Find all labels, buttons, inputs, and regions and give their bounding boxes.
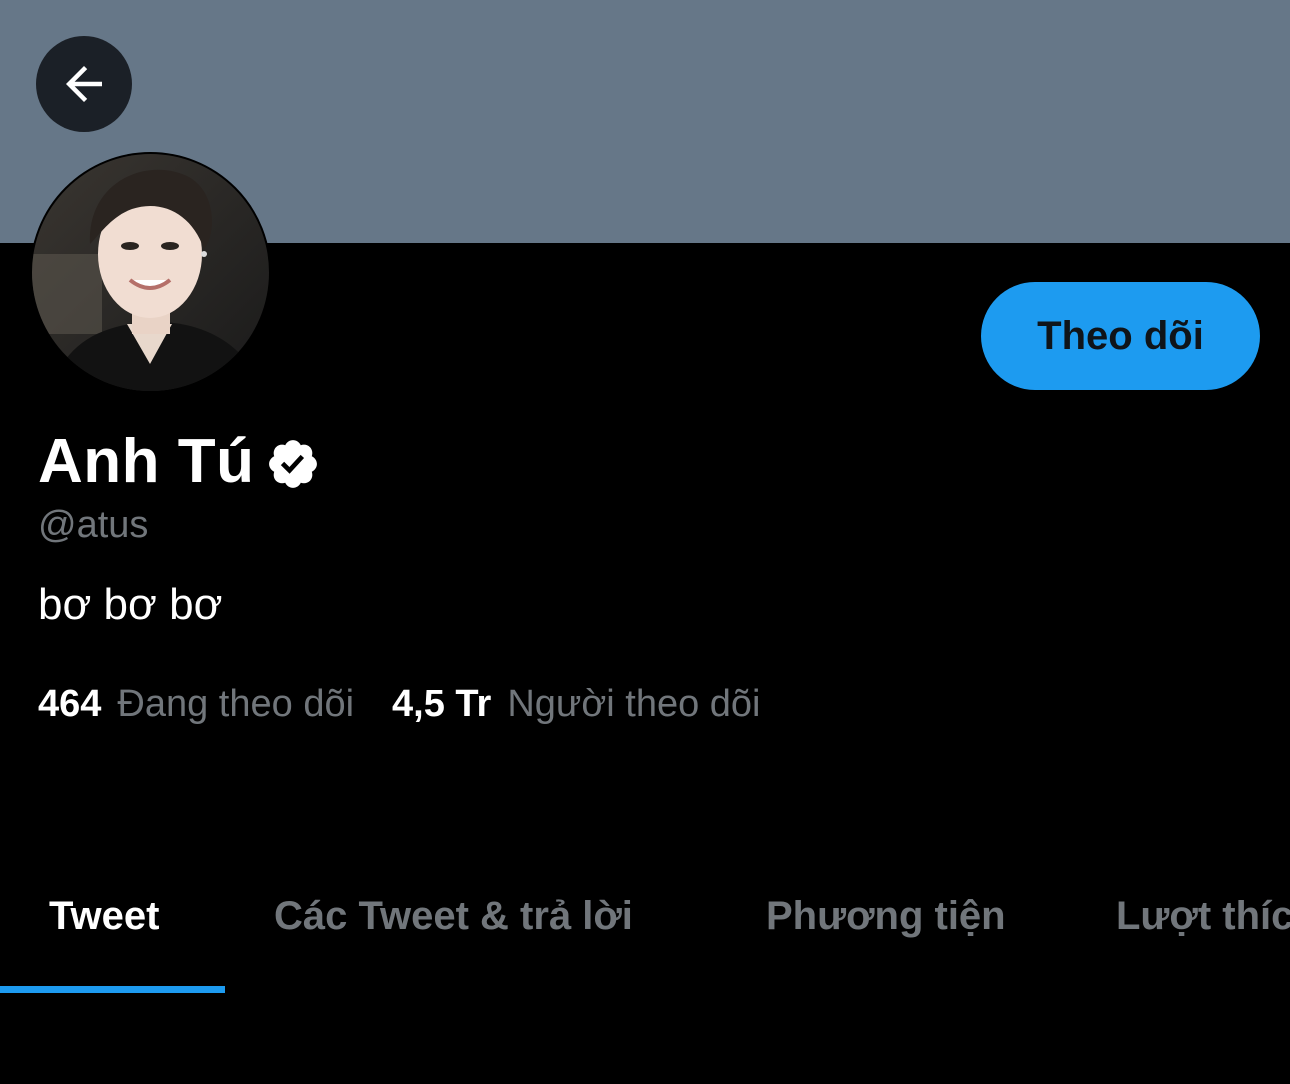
profile-screen: Theo dõi Anh Tú @atus bơ bơ bơ 464 Đang … [0,0,1290,1084]
active-tab-indicator [0,986,225,993]
avatar[interactable] [30,152,271,393]
back-button[interactable] [36,36,132,132]
tab-media[interactable]: Phương tiện [766,894,1006,939]
name-row: Anh Tú [38,426,321,497]
display-name: Anh Tú [38,427,255,496]
profile-tabs: Tweet Các Tweet & trả lời Phương tiện Lư… [0,880,1290,992]
avatar-image [32,154,269,391]
following-count: 464 [38,683,102,725]
followers-stat[interactable]: 4,5 Tr Người theo dõi [392,683,760,726]
profile-stats: 464 Đang theo dõi 4,5 Tr Người theo dõi [38,683,761,726]
following-label: Đang theo dõi [117,683,355,725]
followers-label: Người theo dõi [507,683,761,725]
follow-button[interactable]: Theo dõi [981,282,1260,390]
tab-likes[interactable]: Lượt thích [1116,894,1290,939]
tab-tweets[interactable]: Tweet [49,894,159,939]
user-bio: bơ bơ bơ [38,580,223,629]
user-handle: @atus [38,504,149,546]
tab-tweets-replies[interactable]: Các Tweet & trả lời [274,894,633,939]
following-stat[interactable]: 464 Đang theo dõi [38,683,354,726]
followers-count: 4,5 Tr [392,683,492,725]
arrow-left-icon [66,66,102,102]
verified-badge-icon [268,439,317,488]
